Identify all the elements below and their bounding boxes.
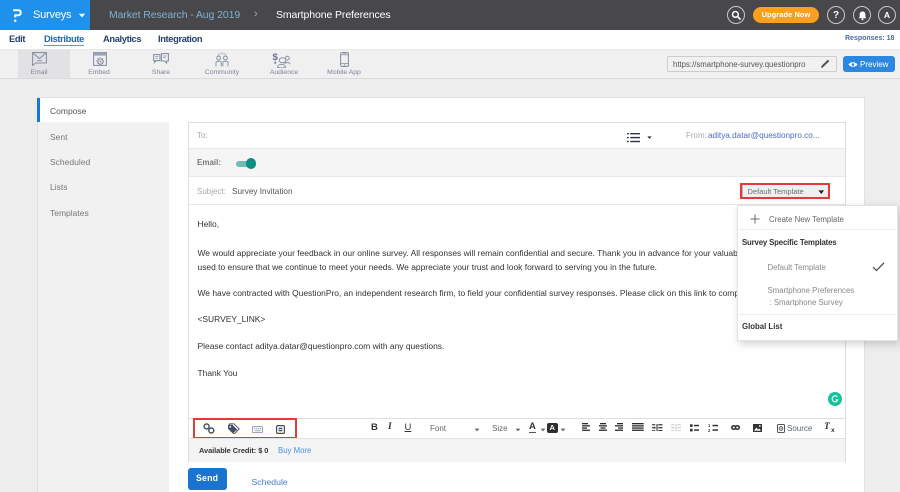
svg-text:2: 2	[708, 428, 711, 432]
